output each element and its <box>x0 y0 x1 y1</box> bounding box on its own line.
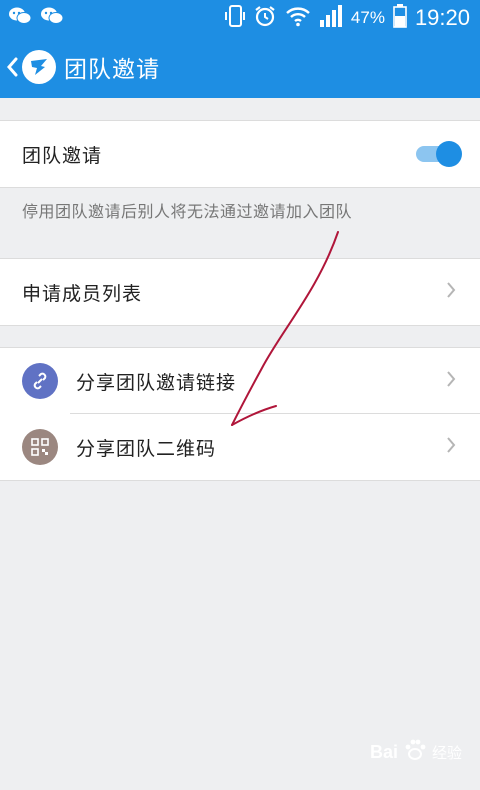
chevron-left-icon[interactable] <box>2 52 22 82</box>
battery-icon <box>393 4 407 32</box>
share-link-row[interactable]: 分享团队邀请链接 <box>0 348 480 414</box>
baidu-paw-icon <box>402 737 428 768</box>
team-invite-card: 团队邀请 <box>0 120 480 188</box>
status-bar-left <box>8 6 64 30</box>
chevron-right-icon <box>446 436 456 458</box>
wifi-icon <box>285 5 311 31</box>
signal-icon <box>319 5 343 31</box>
applicants-label: 申请成员列表 <box>22 282 143 305</box>
alarm-icon <box>253 4 277 32</box>
team-invite-toggle[interactable] <box>416 140 462 168</box>
watermark-sub: 经验 <box>431 745 462 762</box>
wechat-icon <box>8 6 32 30</box>
page-title: 团队邀请 <box>64 57 160 83</box>
clock-time: 19:20 <box>414 5 470 30</box>
team-invite-hint: 停用团队邀请后别人将无法通过邀请加入团队 <box>22 202 353 221</box>
chevron-right-icon <box>446 281 456 303</box>
team-invite-row: 团队邀请 <box>0 121 480 187</box>
share-qrcode-label: 分享团队二维码 <box>76 437 217 460</box>
share-qrcode-row[interactable]: 分享团队二维码 <box>0 414 480 480</box>
applicants-row[interactable]: 申请成员列表 <box>0 259 480 325</box>
baidu-watermark: Bai 经验 <box>370 737 462 768</box>
toggle-knob <box>436 141 462 167</box>
chevron-right-icon <box>446 370 456 392</box>
qrcode-icon <box>22 429 58 465</box>
team-invite-label: 团队邀请 <box>22 144 103 167</box>
vibrate-icon <box>224 4 245 32</box>
status-bar-right: 47% 19:20 <box>224 4 470 32</box>
dingtalk-logo <box>22 50 56 84</box>
share-link-label: 分享团队邀请链接 <box>76 371 237 394</box>
status-bar: 47% 19:20 <box>0 0 480 36</box>
watermark-brand: Bai <box>369 742 398 762</box>
title-bar: 团队邀请 <box>0 36 480 98</box>
link-icon <box>22 363 58 399</box>
share-card: 分享团队邀请链接 分享团队二维码 <box>0 347 480 481</box>
battery-percent: 47% <box>350 8 385 27</box>
wechat-icon <box>40 6 64 30</box>
applicants-card: 申请成员列表 <box>0 258 480 326</box>
